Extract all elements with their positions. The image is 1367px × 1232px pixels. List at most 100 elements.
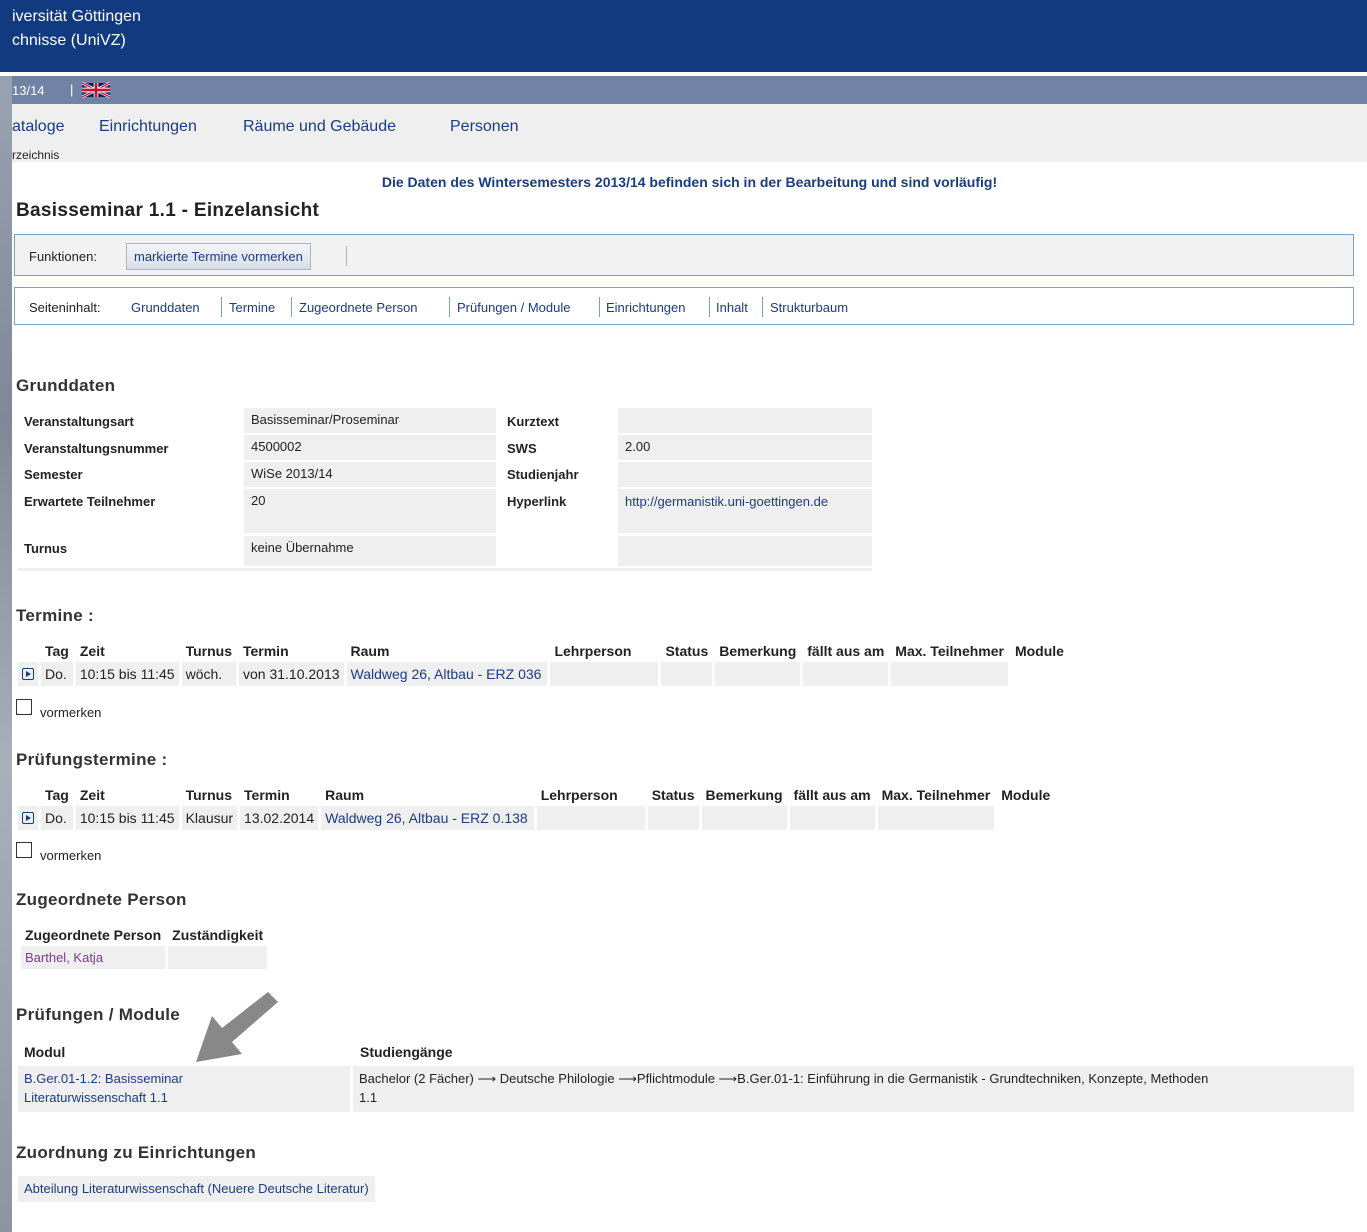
cell-lehrperson (550, 662, 659, 686)
person-table: Zugeordnete Person Zuständigkeit Barthel… (18, 924, 270, 969)
annotation-arrow-icon (196, 992, 278, 1062)
col-expand (18, 784, 38, 806)
col-module: Module (1001, 787, 1051, 803)
col-turnus: Turnus (185, 787, 232, 803)
divider (762, 297, 763, 317)
col-tag: Tag (45, 643, 69, 659)
cell-bemerkung (715, 662, 801, 686)
vormerken-label: vormerken (40, 705, 102, 720)
col-bemerkung: Bemerkung (705, 787, 783, 803)
jump-strukturbaum[interactable]: Strukturbaum (770, 300, 848, 315)
module-line-2: Literaturwissenschaft 1.1 (24, 1090, 168, 1105)
nav-item-kataloge[interactable]: ataloge (12, 118, 65, 136)
hyperlink[interactable]: http://germanistik.uni-goettingen.de (618, 489, 872, 533)
value-sws: 2.00 (618, 435, 872, 460)
room-link[interactable]: Waldweg 26, Altbau - ERZ 0.138 (321, 806, 534, 830)
uk-flag-icon[interactable] (82, 82, 110, 98)
cell-zeit: 10:15 bis 11:45 (75, 806, 179, 830)
institution-link[interactable]: Abteilung Literaturwissenschaft (Neuere … (18, 1176, 375, 1202)
empty-cell (618, 536, 872, 566)
section-title-pruefungstermine: Prüfungstermine : (16, 750, 168, 769)
col-max-teilnehmer: Max. Teilnehmer (881, 787, 991, 803)
studiengaenge-line-1: Bachelor (2 Fächer) ⟶ Deutsche Philologi… (359, 1071, 1209, 1086)
breadcrumb[interactable]: rzeichnis (12, 148, 59, 162)
value-kurztext (618, 408, 872, 433)
cell-turnus: wöch. (181, 662, 236, 686)
jump-einrichtungen[interactable]: Einrichtungen (606, 300, 686, 315)
divider (346, 246, 347, 266)
expand-icon[interactable] (22, 812, 34, 824)
semester-label[interactable]: 13/14 (12, 83, 45, 98)
value-studienjahr (618, 462, 872, 487)
separator: | (70, 82, 74, 97)
value-veranstaltungsart: Basisseminar/Proseminar (244, 408, 496, 433)
section-title-grunddaten: Grunddaten (16, 376, 116, 395)
col-raum: Raum (350, 643, 390, 659)
vormerken-checkbox[interactable] (16, 699, 32, 715)
cell-faellt-aus (803, 662, 889, 686)
room-link[interactable]: Waldweg 26, Altbau - ERZ 036 (346, 662, 548, 686)
col-person: Zugeordnete Person (25, 927, 162, 943)
vormerken-label: vormerken (40, 848, 102, 863)
divider (599, 297, 600, 317)
col-zustaendigkeit: Zuständigkeit (172, 927, 264, 943)
nav-item-raeume[interactable]: Räume und Gebäude (243, 118, 396, 136)
table-row: Do. 10:15 bis 11:45 wöch. von 31.10.2013… (18, 662, 1068, 686)
expand-icon[interactable] (22, 668, 34, 680)
table-row: Do. 10:15 bis 11:45 Klausur 13.02.2014 W… (18, 806, 1054, 830)
jump-termine[interactable]: Termine (229, 300, 275, 315)
cell-tag: Do. (41, 662, 73, 686)
jump-zugeordnete-person[interactable]: Zugeordnete Person (299, 300, 418, 315)
cell-turnus: Klausur (181, 806, 238, 830)
col-modul: Modul (24, 1044, 66, 1060)
label-veranstaltungsnummer: Veranstaltungsnummer (24, 441, 169, 456)
divider (221, 297, 222, 317)
label-semester: Semester (24, 467, 83, 482)
functions-box: Funktionen: markierte Termine vormerken (14, 234, 1354, 276)
cell-zeit: 10:15 bis 11:45 (75, 662, 179, 686)
cell-status (661, 662, 713, 686)
value-erwartete-teilnehmer: 20 (244, 489, 496, 533)
module-line-1: B.Ger.01-1.2: Basisseminar (24, 1071, 183, 1086)
label-sws: SWS (507, 441, 537, 456)
label-veranstaltungsart: Veranstaltungsart (24, 414, 134, 429)
site-header: iversität Göttingen chnisse (UniVZ) (0, 0, 1367, 72)
module-link[interactable]: B.Ger.01-1.2: Basisseminar Literaturwiss… (18, 1066, 350, 1112)
page-content-label: Seiteninhalt: (29, 300, 101, 315)
bookmark-dates-button[interactable]: markierte Termine vormerken (126, 243, 311, 270)
main-content: Die Daten des Wintersemesters 2013/14 be… (12, 162, 1367, 1232)
col-status: Status (651, 787, 695, 803)
semester-notice: Die Daten des Wintersemesters 2013/14 be… (381, 174, 998, 190)
page-title: Basisseminar 1.1 - Einzelansicht (16, 200, 320, 221)
col-lehrperson: Lehrperson (540, 787, 618, 803)
university-name: iversität Göttingen (12, 8, 141, 25)
jump-grunddaten[interactable]: Grunddaten (131, 300, 200, 315)
cell-bemerkung (701, 806, 787, 830)
jump-pruefungen-module[interactable]: Prüfungen / Module (457, 300, 570, 315)
studiengaenge-line-2: 1.1 (359, 1090, 378, 1105)
pruefungstermine-table: Tag Zeit Turnus Termin Raum Lehrperson S… (15, 784, 1057, 830)
person-link[interactable]: Barthel, Katja (21, 946, 166, 969)
jump-inhalt[interactable]: Inhalt (716, 300, 748, 315)
functions-label: Funktionen: (29, 249, 97, 264)
col-lehrperson: Lehrperson (554, 643, 632, 659)
cell-module (997, 806, 1054, 830)
label-erwartete-teilnehmer: Erwartete Teilnehmer (24, 494, 156, 509)
cell-tag: Do. (41, 806, 73, 830)
nav-item-personen[interactable]: Personen (450, 118, 519, 136)
divider (709, 297, 710, 317)
label-turnus: Turnus (24, 541, 68, 556)
cell-termin: 13.02.2014 (240, 806, 319, 830)
col-max-teilnehmer: Max. Teilnehmer (895, 643, 1004, 659)
cell-faellt-aus (789, 806, 875, 830)
studiengaenge-cell: Bachelor (2 Fächer) ⟶ Deutsche Philologi… (353, 1066, 1354, 1112)
col-status: Status (665, 643, 709, 659)
vormerken-checkbox[interactable] (16, 842, 32, 858)
cell-lehrperson (536, 806, 645, 830)
col-bemerkung: Bemerkung (719, 643, 797, 659)
divider (291, 297, 292, 317)
col-tag: Tag (45, 787, 69, 803)
cell-zustaendigkeit (168, 946, 268, 969)
expand-cell (18, 806, 38, 830)
nav-item-einrichtungen[interactable]: Einrichtungen (99, 118, 197, 136)
